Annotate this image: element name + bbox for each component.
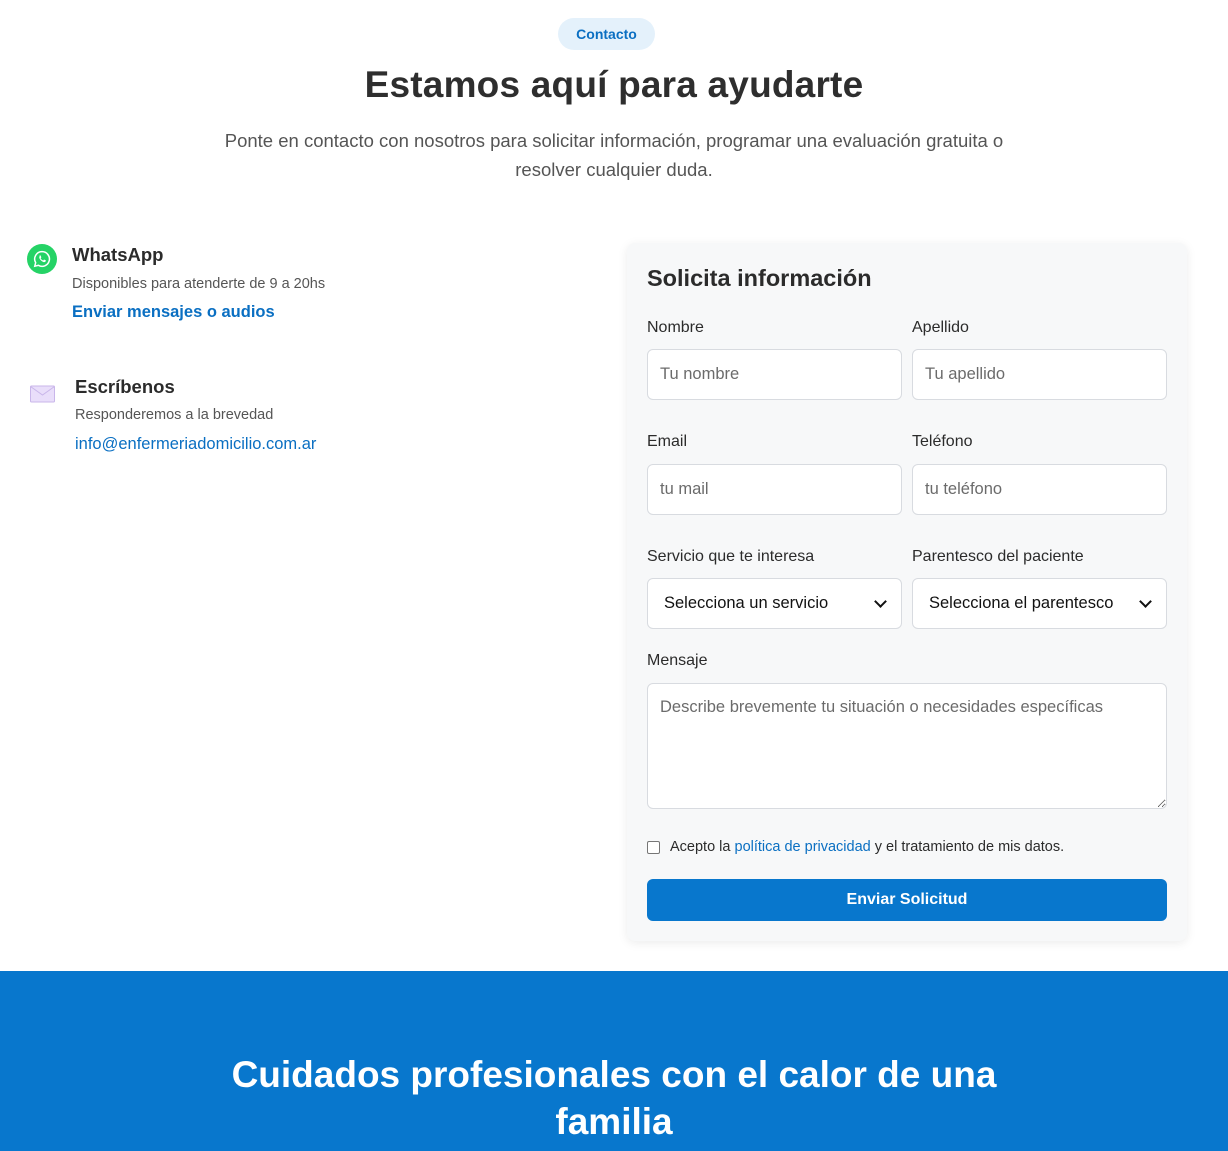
parentesco-select[interactable]: Selecciona el parentesco [912, 578, 1167, 629]
consent-prefix: Acepto la [670, 839, 735, 855]
mensaje-textarea[interactable] [647, 683, 1167, 809]
form-title: Solicita información [647, 265, 872, 291]
email-input[interactable] [647, 464, 902, 515]
submit-button[interactable]: Enviar Solicitud [647, 879, 1167, 921]
page-title: Estamos aquí para ayudarte [364, 64, 864, 105]
parentesco-selected-value: Selecciona el parentesco [929, 594, 1114, 612]
parentesco-label: Parentesco del paciente [912, 548, 1084, 565]
email-link[interactable]: info@enfermeriadomicilio.com.ar [75, 435, 316, 454]
nombre-label: Nombre [647, 319, 704, 336]
email-title: Escríbenos [75, 376, 175, 397]
privacy-policy-link[interactable]: política de privacidad [735, 839, 871, 855]
servicio-selected-value: Selecciona un servicio [664, 594, 829, 612]
whatsapp-link[interactable]: Enviar mensajes o audios [72, 303, 275, 322]
band-title: Cuidados profesionales con el calor de u… [231, 1054, 997, 1142]
privacy-consent: Acepto la política de privacidad y el tr… [647, 839, 1064, 855]
apellido-input[interactable] [912, 349, 1167, 400]
servicio-label: Servicio que te interesa [647, 548, 815, 565]
servicio-select[interactable]: Selecciona un servicio [647, 578, 902, 629]
consent-suffix: y el tratamiento de mis datos. [870, 839, 1065, 855]
whatsapp-desc: Disponibles para atenderte de 9 a 20hs [72, 276, 326, 292]
contact-form-card: Solicita información Nombre Apellido Ema… [627, 243, 1187, 941]
privacy-checkbox[interactable] [647, 840, 660, 854]
cta-band: Cuidados profesionales con el calor de u… [0, 971, 1228, 1151]
whatsapp-icon [27, 244, 57, 274]
apellido-label: Apellido [912, 319, 969, 336]
envelope-icon [30, 384, 56, 404]
chevron-down-icon [874, 594, 887, 608]
telefono-input[interactable] [912, 464, 1167, 515]
telefono-label: Teléfono [912, 433, 973, 450]
chevron-down-icon [1139, 594, 1152, 608]
mensaje-label: Mensaje [647, 652, 708, 669]
whatsapp-title: WhatsApp [72, 244, 164, 265]
section-badge: Contacto [558, 18, 655, 50]
email-desc: Responderemos a la brevedad [75, 407, 274, 423]
email-label: Email [647, 433, 688, 450]
page-subtitle: Ponte en contacto con nosotros para soli… [224, 130, 1004, 180]
nombre-input[interactable] [647, 349, 902, 400]
